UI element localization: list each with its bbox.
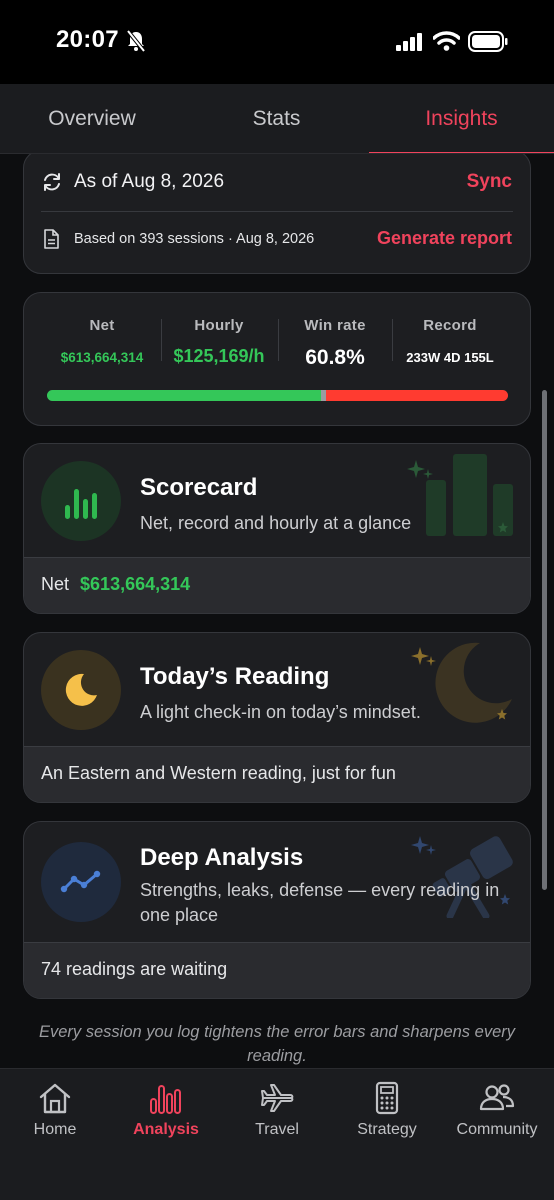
people-icon <box>479 1084 515 1111</box>
todays-reading-footer-text: An Eastern and Western reading, just for… <box>41 763 396 783</box>
todays-reading-title: Today’s Reading <box>140 663 330 690</box>
record-bar-losses <box>325 390 508 401</box>
stat-net-label: Net <box>89 317 115 334</box>
nav-strategy-label: Strategy <box>357 1121 417 1138</box>
todays-reading-subtitle: A light check-in on today’s mindset. <box>140 702 421 722</box>
deep-analysis-card[interactable]: Deep Analysis Strengths, leaks, defense … <box>23 821 531 999</box>
stat-record-label: Record <box>423 317 477 334</box>
wifi-icon <box>433 31 460 51</box>
record-progress-bar <box>47 390 508 401</box>
stat-record-value: 233W 4D 155L <box>406 350 494 365</box>
deep-analysis-footer-text: 74 readings are waiting <box>41 959 228 979</box>
bottom-nav: Home Analysis Travel Strategy Community <box>0 1068 554 1200</box>
scorecard-net-label: Net <box>41 574 70 594</box>
stat-net: Net $613,664,314 <box>46 317 158 365</box>
stat-hourly-label: Hourly <box>194 317 244 334</box>
top-tab-bar: Overview Stats Insights <box>0 84 554 155</box>
airplane-icon <box>261 1084 294 1112</box>
stat-record: Record 233W 4D 155L <box>395 317 505 365</box>
as-of-date: As of Aug 8, 2026 <box>74 171 225 192</box>
bar-chart-icon <box>150 1085 181 1114</box>
todays-reading-card[interactable]: Today’s Reading A light check-in on toda… <box>23 632 531 803</box>
nav-community[interactable]: Community <box>442 1081 552 1139</box>
record-bar-wins <box>47 390 321 401</box>
sessions-summary: Based on 393 sessions · Aug 8, 2026 <box>74 231 315 247</box>
scorecard-title: Scorecard <box>140 474 258 501</box>
stat-hourly-value: $125,169/h <box>173 346 265 366</box>
battery-icon <box>468 31 508 52</box>
tab-stats[interactable]: Stats <box>184 84 369 154</box>
stat-win-rate-label: Win rate <box>304 317 366 334</box>
nav-analysis-label: Analysis <box>133 1121 199 1138</box>
stat-hourly: Hourly $125,169/h <box>164 317 274 367</box>
stats-summary-card: Net $613,664,314 Hourly $125,169/h Win r… <box>23 292 531 426</box>
tab-overview[interactable]: Overview <box>0 84 184 154</box>
stat-separator <box>161 319 162 361</box>
signal-icon <box>396 33 422 51</box>
stat-win-rate: Win rate 60.8% <box>282 317 388 370</box>
nav-strategy[interactable]: Strategy <box>332 1081 442 1139</box>
moon-icon <box>65 673 97 706</box>
stat-separator <box>392 319 393 361</box>
nav-community-label: Community <box>456 1121 538 1138</box>
nav-analysis[interactable]: Analysis <box>111 1081 221 1139</box>
status-bar: 20:07 <box>0 0 554 84</box>
insights-content[interactable]: As of Aug 8, 2026 Sync Based on 393 sess… <box>0 154 554 1068</box>
status-time: 20:07 <box>56 26 119 53</box>
scorecard-card[interactable]: Scorecard Net, record and hourly at a gl… <box>23 443 531 614</box>
scrollbar[interactable] <box>542 390 547 890</box>
footnote: Every session you log tightens the error… <box>38 1023 515 1065</box>
reading-icon-badge <box>41 650 121 730</box>
nav-travel[interactable]: Travel <box>222 1081 332 1139</box>
scorecard-subtitle: Net, record and hourly at a glance <box>140 513 412 533</box>
calculator-icon <box>375 1081 399 1115</box>
sync-button[interactable]: Sync <box>467 171 512 193</box>
bell-muted-icon <box>126 30 146 52</box>
sync-divider <box>41 211 513 212</box>
stat-win-rate-value: 60.8% <box>305 346 365 369</box>
deep-analysis-title: Deep Analysis <box>140 844 304 871</box>
home-icon <box>39 1083 71 1114</box>
sync-card: As of Aug 8, 2026 Sync Based on 393 sess… <box>23 154 531 274</box>
generate-report-button[interactable]: Generate report <box>377 228 512 249</box>
nav-home[interactable]: Home <box>0 1081 110 1139</box>
todays-reading-footer: An Eastern and Western reading, just for… <box>24 746 530 802</box>
deep-analysis-subtitle: Strengths, leaks, defense — every readin… <box>140 880 500 925</box>
trend-line-icon <box>60 870 101 893</box>
scorecard-footer: Net $613,664,314 <box>24 557 530 613</box>
scorecard-icon-badge <box>41 461 121 541</box>
stat-net-value: $613,664,314 <box>60 350 144 365</box>
bar-chart-icon <box>65 489 97 519</box>
scorecard-net-value: $613,664,314 <box>80 574 191 594</box>
deep-analysis-footer: 74 readings are waiting <box>24 942 530 998</box>
nav-travel-label: Travel <box>255 1121 299 1138</box>
sync-icon <box>44 173 60 191</box>
tab-insights[interactable]: Insights <box>369 84 554 154</box>
stat-separator <box>278 319 279 361</box>
nav-home-label: Home <box>33 1121 77 1138</box>
analysis-icon-badge <box>41 842 121 922</box>
document-icon <box>44 229 59 249</box>
